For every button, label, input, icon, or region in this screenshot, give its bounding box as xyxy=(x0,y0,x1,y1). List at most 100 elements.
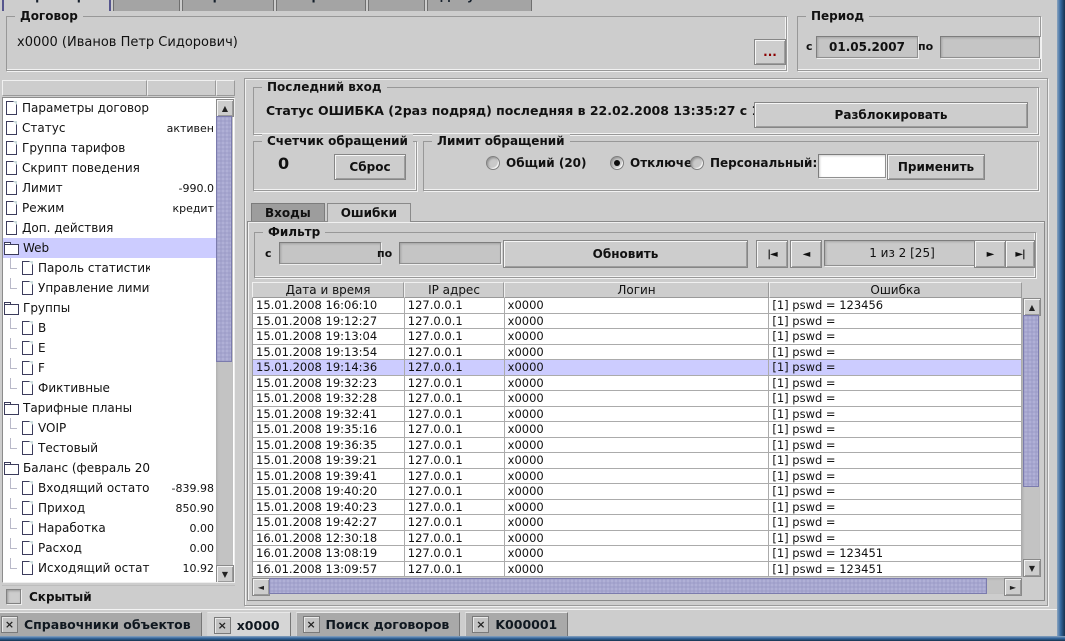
tree-item[interactable]: Скрипт поведения xyxy=(3,158,217,178)
main-tab-5[interactable]: СКМ xyxy=(368,0,425,11)
tree-item[interactable]: Управление лимитом xyxy=(3,278,217,298)
table-horizontal-scrollbar[interactable]: ◄ ► xyxy=(252,578,1022,594)
table-cell: 127.0.0.1 xyxy=(405,314,505,329)
tree-item[interactable]: Фиктивные xyxy=(3,378,217,398)
tree-item[interactable]: Пароль статистики xyxy=(3,258,217,278)
tree-item[interactable]: Лимит-990.0 xyxy=(3,178,217,198)
tree-item[interactable]: Группы xyxy=(3,298,217,318)
column-header-1[interactable]: Дата и время xyxy=(252,282,404,298)
tree-item[interactable]: Группа тарифов xyxy=(3,138,217,158)
table-row[interactable]: 15.01.2008 19:14:36127.0.0.1x0000[1] psw… xyxy=(253,360,1022,376)
tree-item[interactable]: F xyxy=(3,358,217,378)
limit-option-personal[interactable]: Персональный: xyxy=(690,156,817,170)
table-row[interactable]: 15.01.2008 19:39:21127.0.0.1x0000[1] psw… xyxy=(253,453,1022,469)
filter-to-field[interactable] xyxy=(399,242,501,264)
table-scroll-down-button[interactable]: ▼ xyxy=(1023,559,1041,577)
pager-first-button[interactable]: |◄ xyxy=(756,240,788,268)
tree-item[interactable]: Режимкредит xyxy=(3,198,217,218)
column-header-2[interactable]: IP адрес xyxy=(404,282,504,298)
tree-item[interactable]: VOIP xyxy=(3,418,217,438)
close-icon[interactable]: × xyxy=(472,616,489,633)
tree-scrollbar[interactable]: ▲ ▼ xyxy=(216,99,233,583)
close-icon[interactable]: × xyxy=(1,616,18,633)
period-from-field[interactable]: 01.05.2007 xyxy=(816,36,918,58)
pager-next-button[interactable]: ► xyxy=(974,240,1006,268)
table-row[interactable]: 15.01.2008 19:32:23127.0.0.1x0000[1] psw… xyxy=(253,376,1022,392)
tree-item[interactable]: Приход850.90 xyxy=(3,498,217,518)
radio-disabled[interactable] xyxy=(610,156,624,170)
column-header-4[interactable]: Ошибка xyxy=(769,282,1022,298)
tree-item-label: Пароль статистики xyxy=(38,261,150,275)
table-vscroll-thumb[interactable] xyxy=(1023,315,1039,487)
main-tab-4[interactable]: HelpDesk xyxy=(276,0,366,11)
table-row[interactable]: 15.01.2008 19:12:27127.0.0.1x0000[1] psw… xyxy=(253,314,1022,330)
table-scroll-up-button[interactable]: ▲ xyxy=(1023,298,1041,316)
bottom-tab-3[interactable]: ×Поиск договоров xyxy=(296,612,461,637)
tree-header-name-column[interactable] xyxy=(2,80,147,96)
table-row[interactable]: 15.01.2008 16:06:10127.0.0.1x0000[1] psw… xyxy=(253,298,1022,314)
table-hscroll-thumb[interactable] xyxy=(269,578,987,594)
main-tab-6[interactable]: Документы xyxy=(427,0,532,11)
bottom-tab-4[interactable]: ×K000001 xyxy=(465,612,568,637)
tree-item[interactable]: Доп. действия xyxy=(3,218,217,238)
bottom-tab-1[interactable]: ×Справочники объектов xyxy=(0,612,202,637)
table-scroll-right-button[interactable]: ► xyxy=(1004,578,1022,596)
table-row[interactable]: 15.01.2008 19:32:41127.0.0.1x0000[1] psw… xyxy=(253,407,1022,423)
tree-scroll-down-button[interactable]: ▼ xyxy=(216,565,234,583)
period-to-field[interactable] xyxy=(940,36,1040,58)
pager-prev-button[interactable]: ◄ xyxy=(790,240,822,268)
table-row[interactable]: 15.01.2008 19:13:54127.0.0.1x0000[1] psw… xyxy=(253,345,1022,361)
tree-item[interactable]: Параметры договор xyxy=(3,98,217,118)
table-row[interactable]: 15.01.2008 19:36:35127.0.0.1x0000[1] psw… xyxy=(253,438,1022,454)
tree-item[interactable]: Тестовый xyxy=(3,438,217,458)
tree-item[interactable]: Исходящий остаток10.92 xyxy=(3,558,217,578)
tree-header-value-column[interactable] xyxy=(147,80,216,96)
main-tab-3[interactable]: Карточки xyxy=(182,0,275,11)
table-row[interactable]: 15.01.2008 19:35:16127.0.0.1x0000[1] psw… xyxy=(253,422,1022,438)
table-row[interactable]: 16.01.2008 12:30:18127.0.0.1x0000[1] psw… xyxy=(253,531,1022,547)
file-icon xyxy=(22,481,33,495)
radio-common[interactable] xyxy=(486,156,500,170)
hidden-checkbox[interactable] xyxy=(6,589,21,604)
table-row[interactable]: 15.01.2008 19:40:23127.0.0.1x0000[1] psw… xyxy=(253,500,1022,516)
table-row[interactable]: 15.01.2008 19:13:04127.0.0.1x0000[1] psw… xyxy=(253,329,1022,345)
tree-item[interactable]: Входящий остаток-839.98 xyxy=(3,478,217,498)
table-row[interactable]: 16.01.2008 13:09:57127.0.0.1x0000[1] psw… xyxy=(253,562,1022,578)
tree-item[interactable]: Наработка0.00 xyxy=(3,518,217,538)
tree-scroll-thumb[interactable] xyxy=(216,116,232,362)
log-tab-2[interactable]: Ошибки xyxy=(327,203,411,222)
table-row[interactable]: 15.01.2008 19:32:28127.0.0.1x0000[1] psw… xyxy=(253,391,1022,407)
close-icon[interactable]: × xyxy=(214,617,231,634)
column-header-3[interactable]: Логин xyxy=(504,282,769,298)
tree-item[interactable]: E xyxy=(3,338,217,358)
tree-item[interactable]: Web xyxy=(3,238,217,258)
contract-browse-button[interactable]: ... xyxy=(754,39,786,65)
table-row[interactable]: 15.01.2008 19:39:41127.0.0.1x0000[1] psw… xyxy=(253,469,1022,485)
filter-from-field[interactable] xyxy=(279,242,381,264)
unlock-button[interactable]: Разблокировать xyxy=(754,102,1028,128)
limit-apply-button[interactable]: Применить xyxy=(887,154,985,180)
table-vertical-scrollbar[interactable]: ▲ ▼ xyxy=(1022,298,1040,577)
table-row[interactable]: 15.01.2008 19:40:20127.0.0.1x0000[1] psw… xyxy=(253,484,1022,500)
tree-item[interactable]: B xyxy=(3,318,217,338)
radio-personal[interactable] xyxy=(690,156,704,170)
pager-last-button[interactable]: ►| xyxy=(1005,240,1035,268)
tree-scroll-up-button[interactable]: ▲ xyxy=(216,99,234,117)
main-tab-2[interactable]: Отчет xyxy=(113,0,180,11)
table-row[interactable]: 15.01.2008 19:42:27127.0.0.1x0000[1] psw… xyxy=(253,515,1022,531)
table-row[interactable]: 16.01.2008 13:08:19127.0.0.1x0000[1] psw… xyxy=(253,546,1022,562)
limit-option-common[interactable]: Общий (20) xyxy=(486,156,587,170)
tree-item[interactable]: Тарифные планы xyxy=(3,398,217,418)
tree-item[interactable]: Статусактивен xyxy=(3,118,217,138)
personal-limit-input[interactable] xyxy=(818,154,886,178)
tree-item[interactable]: Баланс (февраль 2008) xyxy=(3,458,217,478)
table-cell: [1] pswd = xyxy=(769,360,1022,375)
table-scroll-left-button[interactable]: ◄ xyxy=(252,578,270,596)
log-tab-1[interactable]: Входы xyxy=(251,203,325,221)
tree-item[interactable]: Расход0.00 xyxy=(3,538,217,558)
limit-option-disabled[interactable]: Отключен xyxy=(610,156,700,170)
close-icon[interactable]: × xyxy=(303,616,320,633)
bottom-tab-2[interactable]: ×x0000 xyxy=(207,612,291,639)
refresh-button[interactable]: Обновить xyxy=(503,240,748,268)
counter-reset-button[interactable]: Сброс xyxy=(334,154,406,180)
